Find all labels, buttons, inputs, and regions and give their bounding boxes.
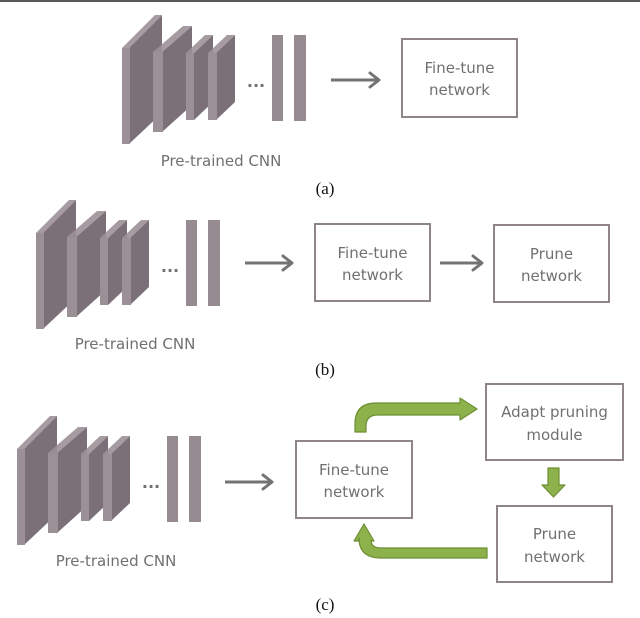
caption-a: (a) — [316, 179, 335, 198]
svg-text:network: network — [524, 548, 585, 566]
pretrained-cnn-icon: ... — [17, 416, 201, 545]
loop-arrow-up-right-icon — [354, 397, 478, 433]
panel-c: ... Pre-trained CNN Fine-tune network Ad… — [17, 383, 624, 614]
panel-a: ... Pre-trained CNN Fine-tune network (a… — [122, 15, 518, 198]
pretrained-cnn-icon: ... — [122, 15, 306, 144]
fc-layer-1 — [167, 436, 178, 522]
fc-layer-2 — [189, 436, 201, 522]
finetune-network-box: Fine-tune network — [401, 38, 518, 118]
svg-text:Adapt pruning: Adapt pruning — [501, 403, 608, 421]
ellipsis: ... — [247, 72, 265, 91]
fc-layer-2 — [208, 220, 220, 306]
ellipsis: ... — [142, 473, 160, 492]
caption-b: (b) — [315, 360, 335, 379]
arrow-right-icon — [245, 254, 294, 272]
pipeline-diagram: ... Pre-trained CNN Fine-tune network (a… — [17, 15, 624, 614]
pretrained-cnn-icon: ... — [36, 200, 220, 329]
svg-text:module: module — [526, 426, 582, 444]
loop-arrow-left-up-icon — [353, 523, 488, 559]
svg-text:network: network — [429, 81, 490, 99]
svg-text:network: network — [324, 483, 385, 501]
prune-network-box: Prune network — [496, 505, 613, 583]
arrow-right-icon — [331, 71, 381, 89]
arrow-down-icon — [541, 467, 566, 498]
cnn-label: Pre-trained CNN — [161, 152, 282, 170]
fc-layer-1 — [186, 220, 197, 306]
adapt-pruning-module-box: Adapt pruning module — [485, 383, 624, 461]
fc-layer-2 — [294, 35, 306, 121]
cnn-label: Pre-trained CNN — [56, 552, 177, 570]
svg-text:Prune: Prune — [530, 245, 573, 263]
svg-text:network: network — [342, 266, 403, 284]
caption-c: (c) — [316, 595, 335, 614]
svg-text:Fine-tune: Fine-tune — [338, 244, 408, 262]
panel-b: ... Pre-trained CNN Fine-tune network Pr… — [36, 200, 610, 379]
fc-layer-1 — [272, 35, 283, 121]
arrow-right-icon — [225, 473, 274, 491]
svg-text:Fine-tune: Fine-tune — [319, 461, 389, 479]
cnn-label: Pre-trained CNN — [75, 335, 196, 353]
svg-text:network: network — [521, 267, 582, 285]
ellipsis: ... — [161, 257, 179, 276]
finetune-network-box: Fine-tune network — [314, 223, 431, 302]
svg-text:Prune: Prune — [533, 525, 576, 543]
arrow-right-icon — [440, 254, 484, 272]
finetune-network-box: Fine-tune network — [295, 440, 413, 519]
prune-network-box: Prune network — [493, 224, 610, 303]
svg-text:Fine-tune: Fine-tune — [425, 59, 495, 77]
